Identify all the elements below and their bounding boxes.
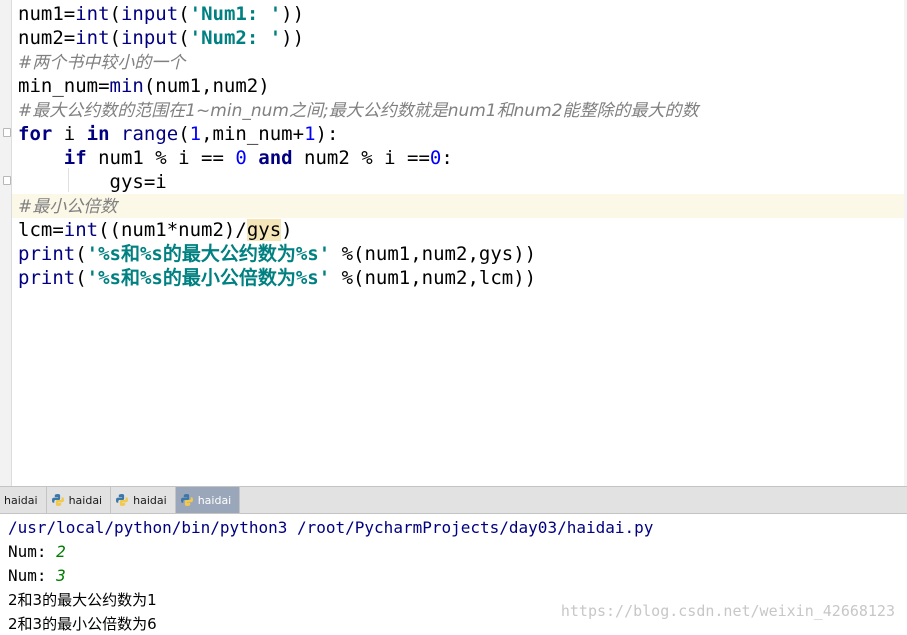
code-token-plain: %(num1,num2,gys)) [330, 243, 537, 265]
code-token-plain: ( [75, 243, 87, 265]
python-icon [51, 493, 65, 507]
code-token-bi: range [121, 123, 179, 145]
fold-marker-icon[interactable] [3, 176, 11, 185]
code-token-plain: : [441, 147, 453, 169]
console-prompt-line: Num: 2 [8, 540, 653, 564]
code-token-plain: min_num= [18, 75, 110, 97]
code-token-plain: ((num1*num2)/ [98, 219, 247, 241]
code-token-cmt: #最小公倍数 [18, 197, 118, 217]
code-token-num: 1 [189, 123, 202, 145]
code-token-plain: ) [281, 219, 293, 241]
run-tab-haidai[interactable]: haidai [0, 487, 47, 513]
code-token-plain: ): [315, 123, 339, 145]
code-line: #最大公约数的范围在1~min_num之间;最大公约数就是num1和num2能整… [18, 98, 699, 122]
code-token-plain: num1 % i == [86, 147, 236, 169]
code-token-kw: and [258, 147, 293, 169]
code-token-kw: if [63, 147, 87, 169]
code-token-plain: ( [178, 123, 190, 145]
python-icon [180, 493, 194, 507]
code-token-plain: ( [109, 3, 121, 25]
code-token-plain: ( [178, 27, 190, 49]
console-output-lcm: 2和3的最小公倍数为6 [8, 615, 157, 633]
code-token-kw: for [18, 123, 53, 145]
code-token-plain: i [52, 123, 87, 145]
editor-gutter [0, 0, 12, 486]
console-prompt-label: Num: [8, 542, 57, 561]
code-token-bi: int [75, 3, 110, 25]
console-input-value: 3 [56, 566, 66, 585]
code-token-cmt: #最大公约数的范围在1~min_num之间;最大公约数就是num1和num2能整… [18, 101, 699, 121]
run-tab-label: haidai [197, 493, 232, 507]
code-token-cmt: #两个书中较小的一个 [18, 53, 186, 73]
code-token-plain: %(num1,num2,lcm)) [330, 267, 537, 289]
run-tab-haidai[interactable]: haidai [47, 487, 112, 513]
code-token-num: 0 [429, 147, 442, 169]
code-line: lcm=int((num1*num2)/gys) [18, 218, 699, 242]
run-tab-haidai[interactable]: haidai [111, 487, 176, 513]
python-icon [115, 493, 129, 507]
code-token-plain: ,min_num+ [201, 123, 305, 145]
code-line: num2=int(input('Num2: ')) [18, 26, 699, 50]
code-token-bi: int [75, 27, 110, 49]
code-token-bi: print [18, 267, 76, 289]
code-token-str: '%s和%s的最小公倍数为%s' [86, 267, 331, 289]
code-token-str: 'Num1: ' [189, 3, 282, 25]
console-output-gcd: 2和3的最大公约数为1 [8, 591, 157, 609]
code-token-plain: ( [75, 267, 87, 289]
code-token-bi: min [109, 75, 144, 97]
console-prompt-line: Num: 3 [8, 564, 653, 588]
code-token-plain: ( [109, 27, 121, 49]
code-editor[interactable]: num1=int(input('Num1: ')) num2=int(input(… [0, 0, 907, 486]
code-line: print('%s和%s的最小公倍数为%s' %(num1,num2,lcm)) [18, 266, 699, 290]
code-token-num: 0 [235, 147, 247, 169]
code-line: #最小公倍数 [18, 194, 699, 218]
console-command-line: /usr/local/python/bin/python3 /root/Pych… [8, 518, 654, 537]
code-lines: num1=int(input('Num1: ')) num2=int(input(… [18, 2, 699, 290]
run-tab-label: haidai [133, 493, 167, 507]
code-token-plain: num1= [18, 3, 76, 25]
watermark: https://blog.csdn.net/weixin_42668123 [560, 602, 895, 620]
code-line: print('%s和%s的最大公约数为%s' %(num1,num2,gys)) [18, 242, 699, 266]
code-line: #两个书中较小的一个 [18, 50, 699, 74]
code-token-plain: gys=i [18, 171, 167, 193]
code-token-plain: )) [281, 27, 305, 49]
code-line: for i in range(1,min_num+1): [18, 122, 699, 146]
code-token-str: 'Num2: ' [189, 27, 282, 49]
code-token-ref: gys [246, 219, 282, 241]
console-prompt-label: Num: [8, 566, 57, 585]
code-line: if num1 % i == 0 and num2 % i ==0: [18, 146, 699, 170]
console-input-value: 2 [56, 542, 66, 561]
code-token-bi: print [18, 243, 76, 265]
code-line: min_num=min(num1,num2) [18, 74, 699, 98]
code-token-kw: in [86, 123, 110, 145]
code-token-plain: ( [178, 3, 190, 25]
run-tab-haidai[interactable]: haidai [175, 487, 241, 513]
code-token-num: 1 [304, 123, 316, 145]
code-token-bi: int [63, 219, 99, 241]
code-token-bi: input [120, 3, 179, 25]
code-token-plain: (num1,num2) [143, 75, 270, 97]
code-line: num1=int(input('Num1: ')) [18, 2, 699, 26]
code-token-plain: )) [281, 3, 305, 25]
code-token-plain: lcm= [18, 219, 64, 241]
run-tab-label: haidai [68, 493, 103, 507]
run-tab-label: haidai [4, 493, 38, 507]
code-token-bi: input [120, 27, 179, 49]
code-token-plain: num2 % i == [292, 147, 430, 169]
code-token-str: '%s和%s的最大公约数为%s' [86, 243, 331, 265]
code-token-plain: num2= [18, 27, 76, 49]
run-tab-bar: haidai haidai haidai haidai [0, 486, 907, 514]
code-line: gys=i [18, 170, 699, 194]
fold-marker-icon[interactable] [3, 128, 11, 137]
